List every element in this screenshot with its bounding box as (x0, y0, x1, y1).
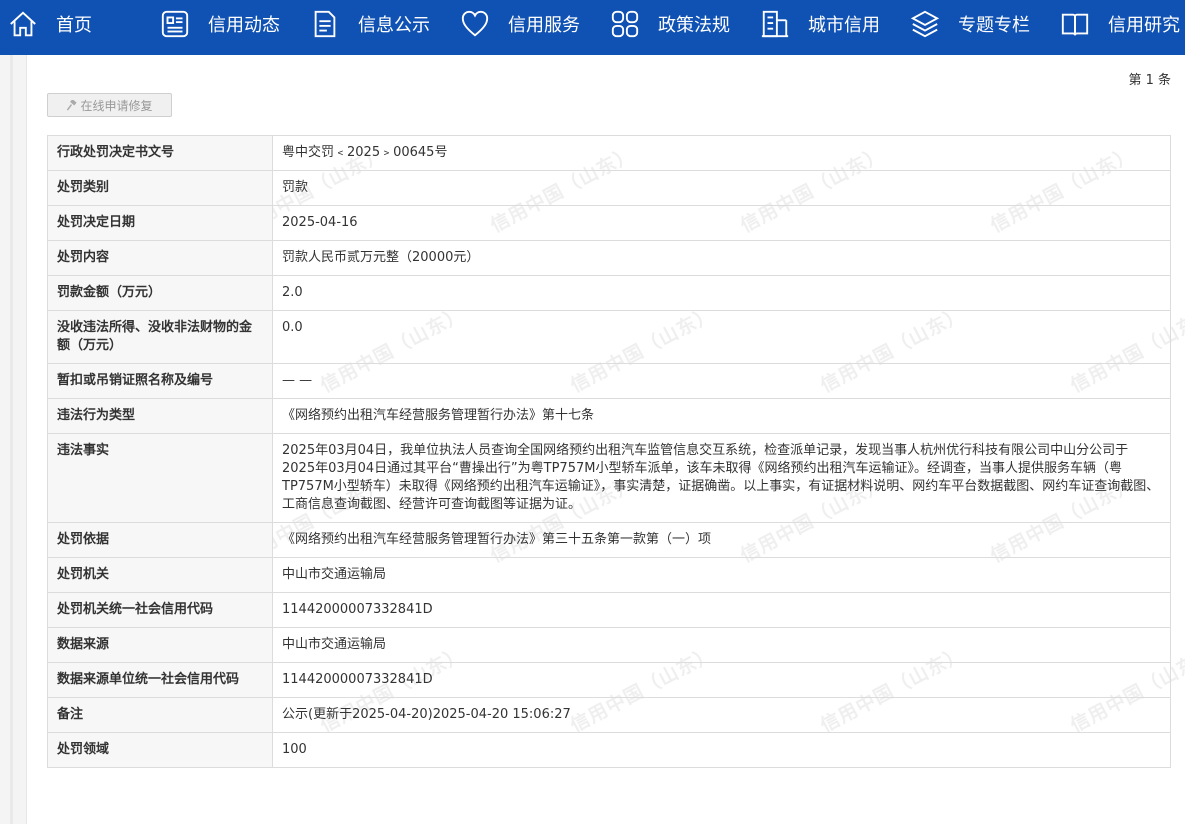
nav-item-label: 信用服务 (508, 15, 580, 36)
repair-button-label: 在线申请修复 (80, 98, 153, 113)
nav-item-label: 专题专栏 (958, 15, 1030, 36)
table-row: 行政处罚决定书文号 粤中交罚﹤2025﹥00645号 (47, 135, 1171, 171)
field-value: 中山市交通运输局 (272, 557, 1171, 593)
table-row: 处罚类别 罚款 (47, 170, 1171, 206)
grid-icon (611, 10, 639, 38)
field-label: 处罚机关 (47, 557, 273, 593)
field-label: 处罚领域 (47, 732, 273, 768)
nav-item-credit-research[interactable]: 信用研究 (1060, 0, 1180, 48)
table-row: 处罚内容 罚款人民币贰万元整（20000元） (47, 240, 1171, 276)
field-label: 没收违法所得、没收非法财物的金额（万元） (47, 310, 273, 364)
field-value: 中山市交通运输局 (272, 627, 1171, 663)
left-rail-track (10, 55, 13, 824)
newsfeed-icon (161, 10, 189, 38)
nav-item-label: 政策法规 (658, 15, 730, 36)
field-value: 11442000007332841D (272, 592, 1171, 628)
field-value: 0.0 (272, 310, 1171, 364)
left-scroll-rail (0, 55, 27, 824)
document-icon (314, 10, 336, 38)
building-icon (761, 10, 789, 38)
field-value: 2.0 (272, 275, 1171, 311)
online-repair-button[interactable]: 在线申请修复 (47, 93, 172, 117)
hammer-icon (67, 99, 78, 111)
field-value: 2025年03月04日，我单位执法人员查询全国网络预约出租汽车监管信息交互系统，… (272, 433, 1171, 523)
nav-item-info-publicity[interactable]: 信息公示 (310, 0, 430, 48)
field-value: 2025-04-16 (272, 205, 1171, 241)
field-value: 罚款 (272, 170, 1171, 206)
nav-item-home[interactable]: 首页 (8, 0, 92, 48)
table-row: 处罚依据 《网络预约出租汽车经营服务管理暂行办法》第三十五条第一款第（一）项 (47, 522, 1171, 558)
table-row: 暂扣或吊销证照名称及编号 — — (47, 363, 1171, 399)
table-row: 数据来源 中山市交通运输局 (47, 627, 1171, 663)
nav-item-label: 信用研究 (1108, 15, 1180, 36)
nav-item-label: 信息公示 (358, 15, 430, 36)
table-row: 违法事实 2025年03月04日，我单位执法人员查询全国网络预约出租汽车监管信息… (47, 433, 1171, 523)
field-label: 处罚机关统一社会信用代码 (47, 592, 273, 628)
nav-item-label: 首页 (56, 15, 92, 36)
table-row: 备注 公示(更新于2025-04-20)2025-04-20 15:06:27 (47, 697, 1171, 733)
nav-item-label: 城市信用 (808, 15, 880, 36)
heart-icon (461, 10, 489, 37)
nav-item-credit-news[interactable]: 信用动态 (160, 0, 280, 48)
nav-item-credit-service[interactable]: 信用服务 (460, 0, 580, 48)
layers-icon (910, 10, 940, 38)
field-label: 行政处罚决定书文号 (47, 135, 273, 171)
top-navbar: 首页 信用动态 信息公示 信用服务 政策法规 城市信用 专题专栏 信用研究 (0, 0, 1185, 55)
field-value: 《网络预约出租汽车经营服务管理暂行办法》第十七条 (272, 398, 1171, 434)
field-value: 11442000007332841D (272, 662, 1171, 698)
table-row: 处罚机关 中山市交通运输局 (47, 557, 1171, 593)
home-icon (10, 11, 36, 37)
table-row: 处罚领域 100 (47, 732, 1171, 768)
nav-item-label: 信用动态 (208, 15, 280, 36)
table-row: 数据来源单位统一社会信用代码 11442000007332841D (47, 662, 1171, 698)
field-label: 罚款金额（万元） (47, 275, 273, 311)
nav-item-special-topics[interactable]: 专题专栏 (910, 0, 1030, 48)
field-value: 罚款人民币贰万元整（20000元） (272, 240, 1171, 276)
table-row: 罚款金额（万元） 2.0 (47, 275, 1171, 311)
field-label: 数据来源 (47, 627, 273, 663)
field-label: 数据来源单位统一社会信用代码 (47, 662, 273, 698)
field-label: 备注 (47, 697, 273, 733)
nav-item-city-credit[interactable]: 城市信用 (760, 0, 880, 48)
penalty-detail-table: 行政处罚决定书文号 粤中交罚﹤2025﹥00645号 处罚类别 罚款 处罚决定日… (47, 135, 1171, 768)
nav-item-policy[interactable]: 政策法规 (610, 0, 730, 48)
table-row: 没收违法所得、没收非法财物的金额（万元） 0.0 (47, 310, 1171, 364)
record-count: 第 1 条 (1128, 73, 1171, 88)
field-label: 违法行为类型 (47, 398, 273, 434)
main-content: 第 1 条 在线申请修复 信用中国（山东） 信用中国（山东） 信用中国（山东） … (27, 55, 1185, 824)
book-icon (1061, 13, 1089, 36)
field-value: 《网络预约出租汽车经营服务管理暂行办法》第三十五条第一款第（一）项 (272, 522, 1171, 558)
field-label: 暂扣或吊销证照名称及编号 (47, 363, 273, 399)
field-label: 违法事实 (47, 433, 273, 523)
field-value: 公示(更新于2025-04-20)2025-04-20 15:06:27 (272, 697, 1171, 733)
field-value: — — (272, 363, 1171, 399)
table-row: 处罚决定日期 2025-04-16 (47, 205, 1171, 241)
field-value: 100 (272, 732, 1171, 768)
field-label: 处罚类别 (47, 170, 273, 206)
field-value: 粤中交罚﹤2025﹥00645号 (272, 135, 1171, 171)
field-label: 处罚决定日期 (47, 205, 273, 241)
field-label: 处罚依据 (47, 522, 273, 558)
field-label: 处罚内容 (47, 240, 273, 276)
table-row: 违法行为类型 《网络预约出租汽车经营服务管理暂行办法》第十七条 (47, 398, 1171, 434)
table-row: 处罚机关统一社会信用代码 11442000007332841D (47, 592, 1171, 628)
